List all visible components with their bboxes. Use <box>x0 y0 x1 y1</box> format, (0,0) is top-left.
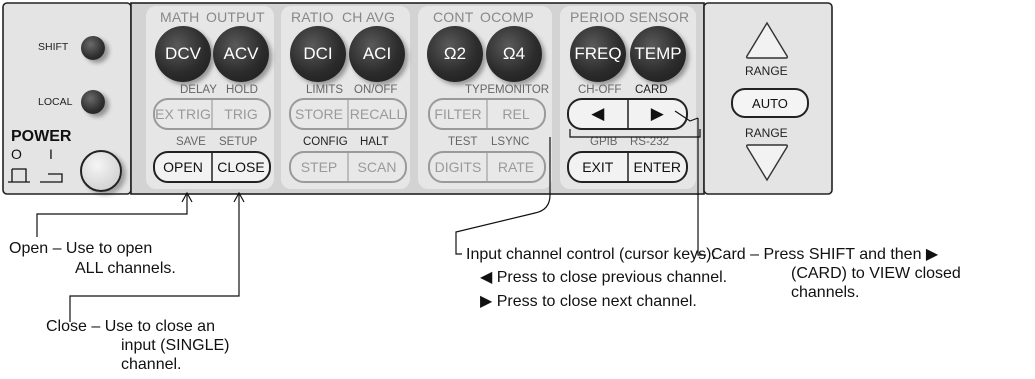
open-annotation-line-2: ALL channels. <box>75 260 176 277</box>
close-annotation-line-2: input (SINGLE) <box>121 337 230 354</box>
cursor-annotation-line-3: ▶ Press to close next channel. <box>480 293 697 310</box>
card-annotation-line-2: (CARD) to VIEW closed <box>791 265 961 282</box>
card-annotation-line-1: Card – Press SHIFT and then ▶ <box>711 246 939 263</box>
cursor-annotation-line-1: Input channel control (cursor keys): <box>466 246 716 263</box>
cursor-annotation-line-2: ◀ Press to close previous channel. <box>480 269 728 286</box>
card-callout-line <box>674 110 706 256</box>
cursor-bracket <box>569 129 701 138</box>
open-callout-line <box>36 193 188 237</box>
cursor-callout-line <box>455 137 551 255</box>
close-annotation-line-1: Close – Use to close an <box>46 318 215 335</box>
open-annotation-line-1: Open – Use to open <box>9 240 153 257</box>
close-annotation-line-3: channel. <box>121 356 182 373</box>
card-annotation-line-3: channels. <box>791 284 860 301</box>
